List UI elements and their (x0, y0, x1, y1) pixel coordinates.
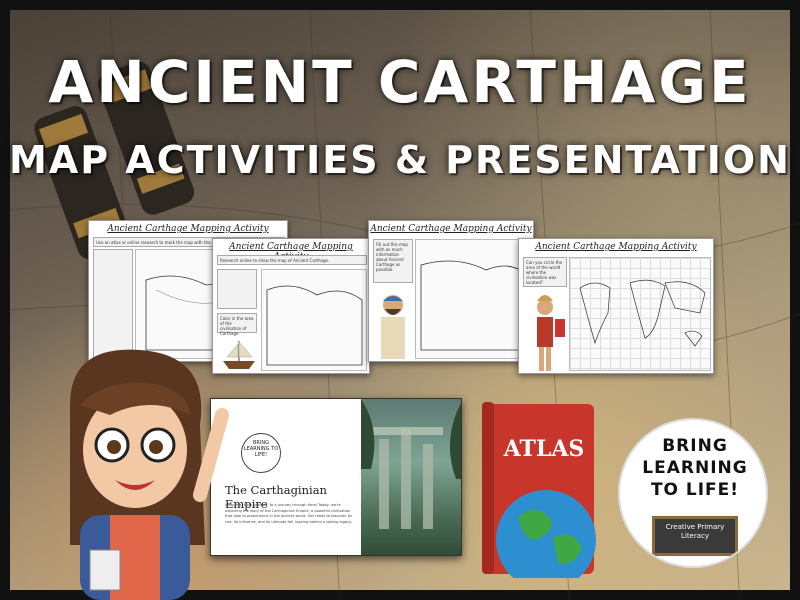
card-instructions: Fill out this map with as much informati… (373, 239, 413, 283)
card-instructions: Can you circle the area of the world whe… (523, 257, 567, 287)
brand-chalkboard: Creative Primary Literacy (652, 516, 738, 556)
brand-line-3: TO LIFE! (650, 480, 740, 500)
worksheet-card-2: Ancient Carthage Mapping Activity Resear… (212, 238, 370, 374)
atlas-book-image: ATLAS (482, 402, 596, 578)
slide-logo: BRING LEARNING TO LIFE! (241, 433, 281, 473)
carthaginian-man-image (381, 295, 405, 359)
slide-body: Welcome, sixth graders, to a journey thr… (225, 503, 352, 524)
worksheet-card-3: Ancient Carthage Mapping Activity Fill o… (368, 220, 534, 362)
card-map (261, 269, 367, 371)
world-map-grid (569, 257, 711, 371)
atlas-label: ATLAS (503, 436, 585, 462)
ancient-ruins-image (361, 399, 461, 555)
card-heading: Ancient Carthage Mapping Activity (535, 242, 697, 252)
cartoon-girl-image (70, 349, 229, 600)
worksheet-card-4: Ancient Carthage Mapping Activity Can yo… (518, 238, 714, 374)
card-legend (93, 249, 133, 359)
brand-logo: BRING LEARNING TO LIFE! Creative Primary… (618, 418, 768, 568)
brand-line-1: BRING (662, 436, 728, 456)
brand-line-2: LEARNING (642, 458, 748, 478)
card-heading: Ancient Carthage Mapping Activity (370, 224, 532, 234)
card-instructions: Research online to show the map of Ancie… (217, 255, 367, 265)
presentation-slide: BRING LEARNING TO LIFE! The Carthaginian… (210, 398, 462, 556)
soldier-image (537, 295, 565, 371)
slide-text-panel: BRING LEARNING TO LIFE! The Carthaginian… (211, 399, 361, 555)
page-subtitle: MAP ACTIVITIES & PRESENTATION (9, 138, 791, 182)
card-legend (217, 269, 257, 309)
card-bottom-note: Color in the area of the civilisation of… (217, 313, 257, 336)
card-heading: Ancient Carthage Mapping Activity (107, 224, 269, 234)
card-map (415, 239, 531, 359)
page-title: ANCIENT CARTHAGE (48, 48, 752, 116)
